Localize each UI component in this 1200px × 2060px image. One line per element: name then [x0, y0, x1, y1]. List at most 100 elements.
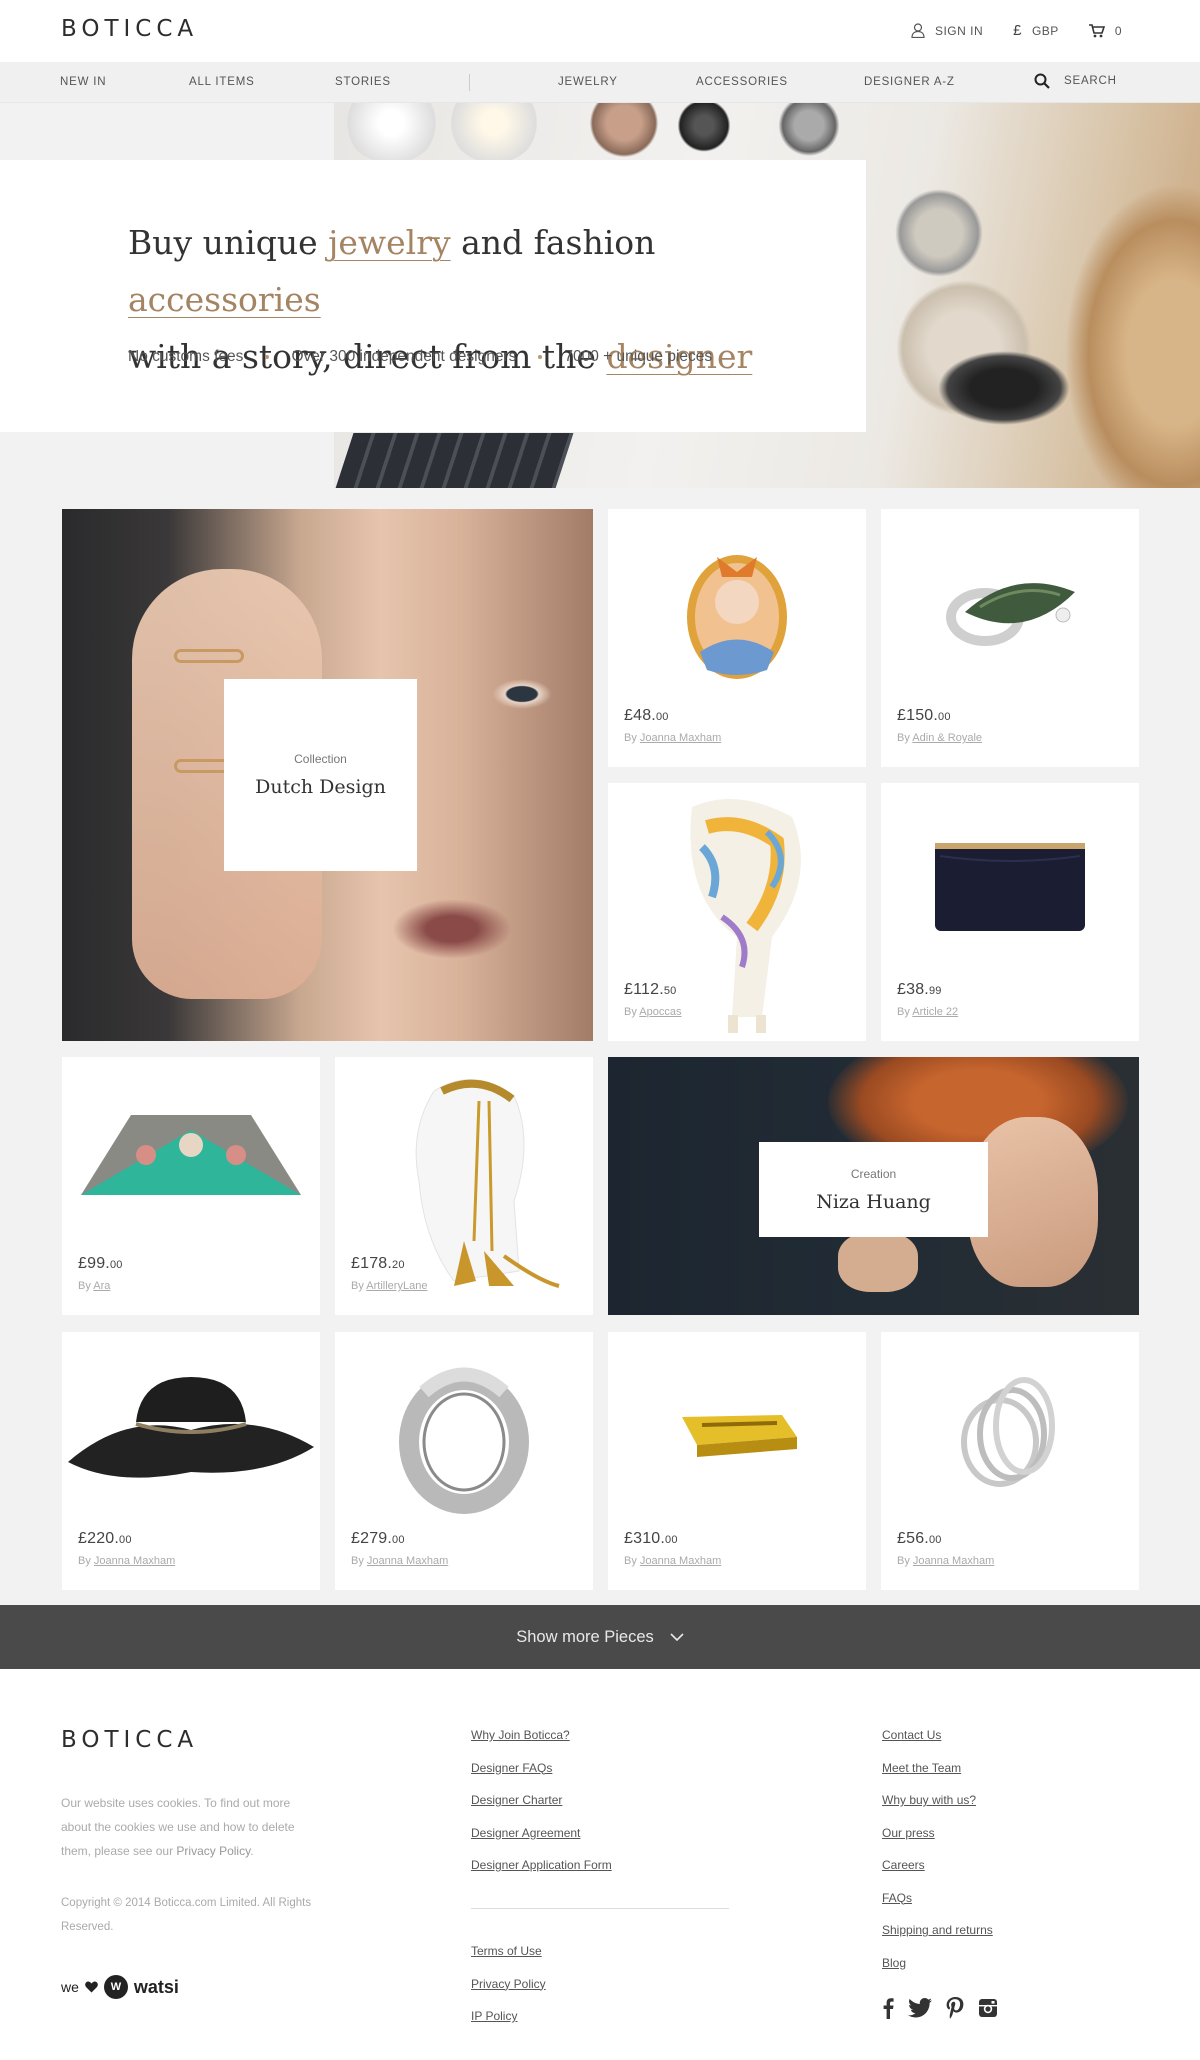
product-card[interactable]: £178.20 By ArtilleryLane	[335, 1057, 593, 1315]
facebook-icon[interactable]	[882, 1997, 894, 2019]
footer-link[interactable]: FAQs	[882, 1890, 993, 1923]
bullet-icon	[538, 355, 543, 359]
nav-stories[interactable]: STORIES	[335, 76, 391, 88]
social-links	[882, 1997, 998, 2019]
currency-selector[interactable]: £ GBP	[1013, 22, 1059, 39]
footer-link[interactable]: Designer Charter	[471, 1792, 612, 1825]
user-icon	[911, 23, 925, 38]
price-main: £38.	[897, 981, 929, 998]
designer-link[interactable]: ArtilleryLane	[366, 1280, 427, 1292]
navy-pouch-icon	[881, 783, 1139, 978]
footer-logo[interactable]: BOTICCA	[61, 1727, 198, 1753]
price-main: £56.	[897, 1530, 929, 1547]
by-label: By	[78, 1280, 94, 1292]
product-card[interactable]: £38.99 By Article 22	[881, 783, 1139, 1041]
designer-link[interactable]: Ara	[93, 1280, 110, 1292]
privacy-policy-link[interactable]: Privacy Policy	[176, 1844, 250, 1858]
pinterest-icon[interactable]	[946, 1997, 964, 2019]
designer-link[interactable]: Article 22	[912, 1006, 958, 1018]
footer-link[interactable]: Meet the Team	[882, 1760, 993, 1793]
product-card[interactable]: £279.00 By Joanna Maxham	[335, 1332, 593, 1590]
creation-feature[interactable]: Creation Niza Huang	[608, 1057, 1139, 1315]
header: BOTICCA SIGN IN £ GBP 0	[0, 0, 1200, 62]
price-cents: 00	[655, 711, 669, 723]
footer-link[interactable]: Shipping and returns	[882, 1922, 993, 1955]
designer-link[interactable]: Joanna Maxham	[94, 1555, 175, 1567]
watsi-name: watsi	[133, 1976, 179, 1997]
product-card[interactable]: £48.00 By Joanna Maxham	[608, 509, 866, 767]
hero-card: Buy unique jewelry and fashion accessori…	[0, 160, 866, 432]
footer-link[interactable]: Careers	[882, 1857, 993, 1890]
footer-link[interactable]: Contact Us	[882, 1727, 993, 1760]
search-button[interactable]: SEARCH	[1034, 73, 1117, 89]
product-designer: By Article 22	[897, 1006, 958, 1018]
cookie-end: .	[250, 1844, 254, 1858]
designer-link[interactable]: Joanna Maxham	[640, 732, 721, 744]
price-main: £99.	[78, 1255, 110, 1272]
watsi-badge[interactable]: we W watsi	[61, 1975, 179, 1999]
footer-link[interactable]: Privacy Policy	[471, 1976, 546, 2009]
designer-link[interactable]: Apoccas	[639, 1006, 681, 1018]
designer-link[interactable]: Joanna Maxham	[640, 1555, 721, 1567]
cart-button[interactable]: 0	[1088, 24, 1122, 38]
price-main: £48.	[624, 707, 656, 724]
price-main: £310.	[624, 1530, 666, 1547]
footer-link[interactable]: Why Join Boticca?	[471, 1727, 612, 1760]
footer-link[interactable]: Our press	[882, 1825, 993, 1858]
by-label: By	[897, 1555, 913, 1567]
sign-in-label: SIGN IN	[934, 23, 984, 38]
footer-link[interactable]: Terms of Use	[471, 1943, 546, 1976]
by-label: By	[624, 1006, 640, 1018]
price-cents: 00	[938, 711, 951, 723]
product-designer: By Ara	[78, 1280, 110, 1292]
bullet-icon	[265, 355, 270, 359]
price-cents: 00	[109, 1259, 123, 1271]
footer-link[interactable]: Designer FAQs	[471, 1760, 612, 1793]
creation-title: Niza Huang	[816, 1190, 931, 1213]
designer-link[interactable]: Joanna Maxham	[367, 1555, 448, 1567]
nav-designer-a-z[interactable]: DESIGNER A-Z	[864, 76, 955, 88]
footer-link[interactable]: IP Policy	[471, 2008, 546, 2041]
product-price: £310.00	[624, 1530, 678, 1548]
footer-link[interactable]: Why buy with us?	[882, 1792, 993, 1825]
designer-link[interactable]: Adin & Royale	[912, 732, 982, 744]
price-cents: 00	[119, 1534, 132, 1546]
product-designer: By Apoccas	[624, 1006, 682, 1018]
footer-link[interactable]: Designer Agreement	[471, 1825, 612, 1858]
jewelry-link[interactable]: jewelry	[328, 223, 451, 262]
product-card[interactable]: £220.00 By Joanna Maxham	[62, 1332, 320, 1590]
twitter-icon[interactable]	[908, 1998, 932, 2018]
product-designer: By Joanna Maxham	[897, 1555, 994, 1567]
silver-ring-icon	[335, 1332, 593, 1532]
footer-link[interactable]: Blog	[882, 1955, 993, 1988]
product-price: £38.99	[897, 981, 942, 999]
nav-all-items[interactable]: ALL ITEMS	[189, 76, 255, 88]
product-card[interactable]: £56.00 By Joanna Maxham	[881, 1332, 1139, 1590]
usp-item: 7000 + unique pieces	[564, 348, 713, 365]
creation-kicker: Creation	[850, 1166, 897, 1181]
search-label: SEARCH	[1064, 75, 1117, 87]
price-cents: 00	[665, 1534, 678, 1546]
instagram-icon[interactable]	[978, 1998, 998, 2018]
nav-jewelry[interactable]: JEWELRY	[558, 76, 618, 88]
printed-scarf-icon	[608, 783, 866, 1041]
footer: BOTICCA Our website uses cookies. To fin…	[0, 1669, 1200, 2060]
product-card[interactable]: £99.00 By Ara	[62, 1057, 320, 1315]
designer-link[interactable]: Joanna Maxham	[913, 1555, 994, 1567]
price-main: £220.	[78, 1530, 120, 1547]
collection-feature[interactable]: Collection Dutch Design	[62, 509, 593, 1041]
product-card[interactable]: £112.50 By Apoccas	[608, 783, 866, 1041]
product-price: £112.50	[624, 981, 677, 999]
logo[interactable]: BOTICCA	[61, 16, 198, 42]
by-label: By	[351, 1555, 367, 1567]
portrait-brooch-icon	[608, 509, 866, 704]
nav-accessories[interactable]: ACCESSORIES	[696, 76, 788, 88]
hero-text: and fashion	[450, 223, 656, 262]
nav-new-in[interactable]: NEW IN	[60, 76, 106, 88]
accessories-link[interactable]: accessories	[128, 280, 321, 319]
footer-link[interactable]: Designer Application Form	[471, 1857, 612, 1890]
product-card[interactable]: £150.00 By Adin & Royale	[881, 509, 1139, 767]
product-card[interactable]: £310.00 By Joanna Maxham	[608, 1332, 866, 1590]
show-more-button[interactable]: Show more Pieces	[0, 1605, 1200, 1669]
sign-in-link[interactable]: SIGN IN	[911, 23, 983, 38]
